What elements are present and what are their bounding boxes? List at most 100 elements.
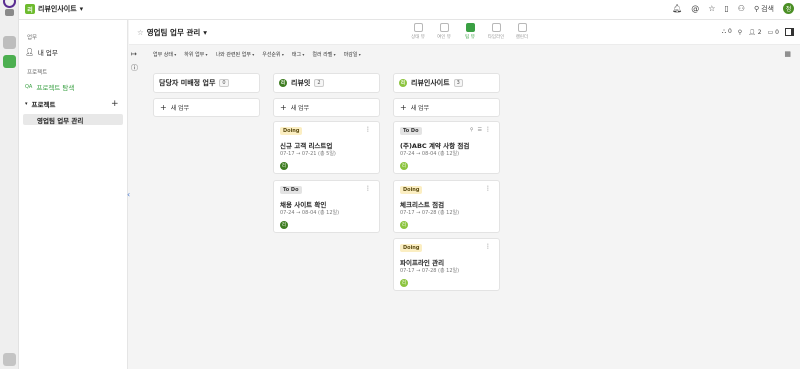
view-tab-calendar[interactable]: 캘린더 <box>513 23 531 40</box>
document-icon[interactable]: ▯ <box>724 4 728 13</box>
view-tab-status[interactable]: 상태 뷰 <box>409 23 427 40</box>
filter-related[interactable]: 나와 관련된 업무 <box>216 51 255 58</box>
view-tab-label: 상태 뷰 <box>411 35 425 40</box>
brand-logo <box>3 0 16 8</box>
sidebar-item-label: 내 업무 <box>37 48 58 57</box>
collapse-sidebar-icon[interactable]: ‹ <box>127 190 130 199</box>
side-panel-toggle-icon[interactable] <box>785 28 794 36</box>
column-count: 3 <box>453 79 463 87</box>
member-icon: 👤︎ <box>748 28 756 36</box>
calendar-icon[interactable] <box>3 353 16 366</box>
status-badge: Doing <box>400 186 423 194</box>
task-card[interactable]: To Do ⚲ ☰ ⋮ (주)ABC 계약 사항 점검 07-24 → 08-0… <box>393 121 500 174</box>
plus-icon: + <box>400 103 407 112</box>
task-card[interactable]: Doing ⋮ 체크리스트 점검 07-17 → 07-28 (총 12일) 리 <box>393 180 500 233</box>
task-name: 파이프라인 관리 <box>400 259 445 267</box>
workspace-switcher[interactable]: 리 리뷰인사이트 ▾ <box>25 4 83 14</box>
add-task-label: 새 업무 <box>170 105 190 112</box>
add-task-label: 새 업무 <box>410 105 430 112</box>
workspace-name: 리뷰인사이트 <box>38 5 77 13</box>
sidebar-item-my-tasks[interactable]: 👤︎ 내 업무 <box>25 46 58 57</box>
filter-status[interactable]: 업무 상태 <box>153 51 176 58</box>
tasks-icon: ⛬ <box>721 28 727 35</box>
view-tab-person[interactable]: 여인 뷰 <box>435 23 453 40</box>
status-badge: Doing <box>400 244 423 252</box>
project-title-text: 영업팀 업무 관리 <box>146 28 201 37</box>
filter-priority[interactable]: 우선순위 <box>262 51 284 58</box>
topbar-actions: 🔔︎ @ ☆ ▯ ⚇ ⚲ 검색 정 <box>672 3 794 14</box>
view-switcher: 상태 뷰 여인 뷰 팀 뷰 타임라인 캘린더 <box>409 23 531 40</box>
top-bar: 리 리뷰인사이트 ▾ 🔔︎ @ ☆ ▯ ⚇ ⚲ 검색 정 <box>19 0 800 20</box>
more-icon[interactable]: ⋮ <box>485 126 491 133</box>
task-name: 채용 사이트 확인 <box>280 201 327 209</box>
more-icon[interactable]: ⋮ <box>485 185 491 192</box>
task-card[interactable]: Doing ⋮ 신규 고객 리스트업 07-17 → 07-21 (총 5일) … <box>273 121 380 174</box>
mention-icon[interactable]: @ <box>691 4 699 13</box>
sidebar: 업무 👤︎ 내 업무 프로젝트 QA 프로젝트 탐색 ▾ 프로젝트 + 영업팀 … <box>19 20 128 369</box>
filter-subtasks[interactable]: 하위 업무 <box>184 51 207 58</box>
view-tab-label: 타임라인 <box>487 35 505 40</box>
column-avatar: 리 <box>279 79 287 87</box>
folder-icon: ▭ <box>767 28 774 36</box>
members-count[interactable]: 👤︎ 2 <box>748 29 761 36</box>
status-badge: To Do <box>400 127 422 135</box>
status-badge: Doing <box>280 127 303 135</box>
org-icon[interactable] <box>5 9 14 16</box>
task-card[interactable]: To Do ⋮ 채용 사이트 확인 07-24 → 08-04 (총 12일) … <box>273 180 380 233</box>
more-icon[interactable]: ⋮ <box>365 126 371 133</box>
filter-due-date[interactable]: 마감일 <box>344 51 361 58</box>
assignee-avatar: 리 <box>400 279 408 287</box>
project-title[interactable]: ☆ 영업팀 업무 관리 ▾ <box>137 27 207 38</box>
user-avatar[interactable]: 정 <box>783 3 794 14</box>
projects-icon[interactable] <box>3 55 16 68</box>
person-view-icon <box>439 23 449 32</box>
workspace-logo: 리 <box>25 4 35 14</box>
tasks-count[interactable]: ⛬ 0 <box>722 28 732 36</box>
view-tab-team[interactable]: 팀 뷰 <box>461 23 479 40</box>
star-icon[interactable]: ☆ <box>708 4 715 13</box>
explore-icon: QA <box>25 83 33 90</box>
more-icon[interactable]: ⋮ <box>485 243 491 250</box>
attachment-icon: ⚲ <box>469 127 474 133</box>
board-tools: ↦ ⓘ <box>131 50 138 73</box>
view-tab-timeline[interactable]: 타임라인 <box>487 23 505 40</box>
filter-bar: 업무 상태 하위 업무 나와 관련된 업무 우선순위 태그 컬러 라벨 마감일 <box>153 51 361 58</box>
sidebar-item-current-project[interactable]: 영업팀 업무 관리 <box>23 114 123 125</box>
info-icon[interactable]: ⓘ <box>131 63 138 73</box>
people-icon[interactable]: ⚇ <box>738 4 745 13</box>
filter-color-label[interactable]: 컬러 라벨 <box>312 51 335 58</box>
card-meta-icons: ⚲ ☰ <box>470 127 482 133</box>
column-count: 0 <box>219 79 229 87</box>
column-header: 담당자 미배정 업무 0 <box>153 73 260 93</box>
tasks-count-value: 0 <box>727 28 732 35</box>
task-card[interactable]: Doing ⋮ 파이프라인 관리 07-17 → 07-28 (총 12일) 리 <box>393 238 500 291</box>
grid-settings-icon[interactable]: ▦ <box>784 50 791 58</box>
members-count-value: 2 <box>757 28 762 36</box>
sidebar-item-project-explore[interactable]: QA 프로젝트 탐색 <box>25 81 74 92</box>
board-column-reviewinsight: 리 리뷰인사이트 3 + 새 업무 To Do ⚲ ☰ ⋮ (주)ABC 계약 … <box>393 73 500 291</box>
search-button[interactable]: ⚲ 검색 <box>754 4 774 14</box>
sidebar-section-work: 업무 <box>27 35 38 41</box>
column-header: 리 리뷰인사이트 3 <box>393 73 500 93</box>
expand-icon[interactable]: ↦ <box>131 50 138 58</box>
more-icon[interactable]: ⋮ <box>365 185 371 192</box>
task-date: 07-24 → 08-04 (총 12일) <box>280 210 340 216</box>
add-task-button[interactable]: + 새 업무 <box>393 98 500 117</box>
assignee-avatar: 리 <box>400 162 408 170</box>
sidebar-projects-group[interactable]: ▾ 프로젝트 + <box>25 98 128 109</box>
files-count[interactable]: ▭ 0 <box>768 29 779 36</box>
home-icon[interactable] <box>3 36 16 49</box>
chevron-down-icon: ▾ <box>203 28 208 37</box>
bell-icon[interactable]: 🔔︎ <box>672 4 682 13</box>
files-count-value: 0 <box>775 28 779 36</box>
column-header: 리 리뷰잇 2 <box>273 73 380 93</box>
attachment-icon[interactable]: ⚲ <box>738 29 742 36</box>
view-tab-label: 여인 뷰 <box>437 35 451 40</box>
add-task-button[interactable]: + 새 업무 <box>273 98 380 117</box>
favorite-star-icon[interactable]: ☆ <box>137 28 144 37</box>
status-view-icon <box>413 23 423 32</box>
assignee-avatar: 리 <box>280 162 288 170</box>
add-project-icon[interactable]: + <box>111 99 119 109</box>
add-task-button[interactable]: + 새 업무 <box>153 98 260 117</box>
filter-tag[interactable]: 태그 <box>292 51 304 58</box>
